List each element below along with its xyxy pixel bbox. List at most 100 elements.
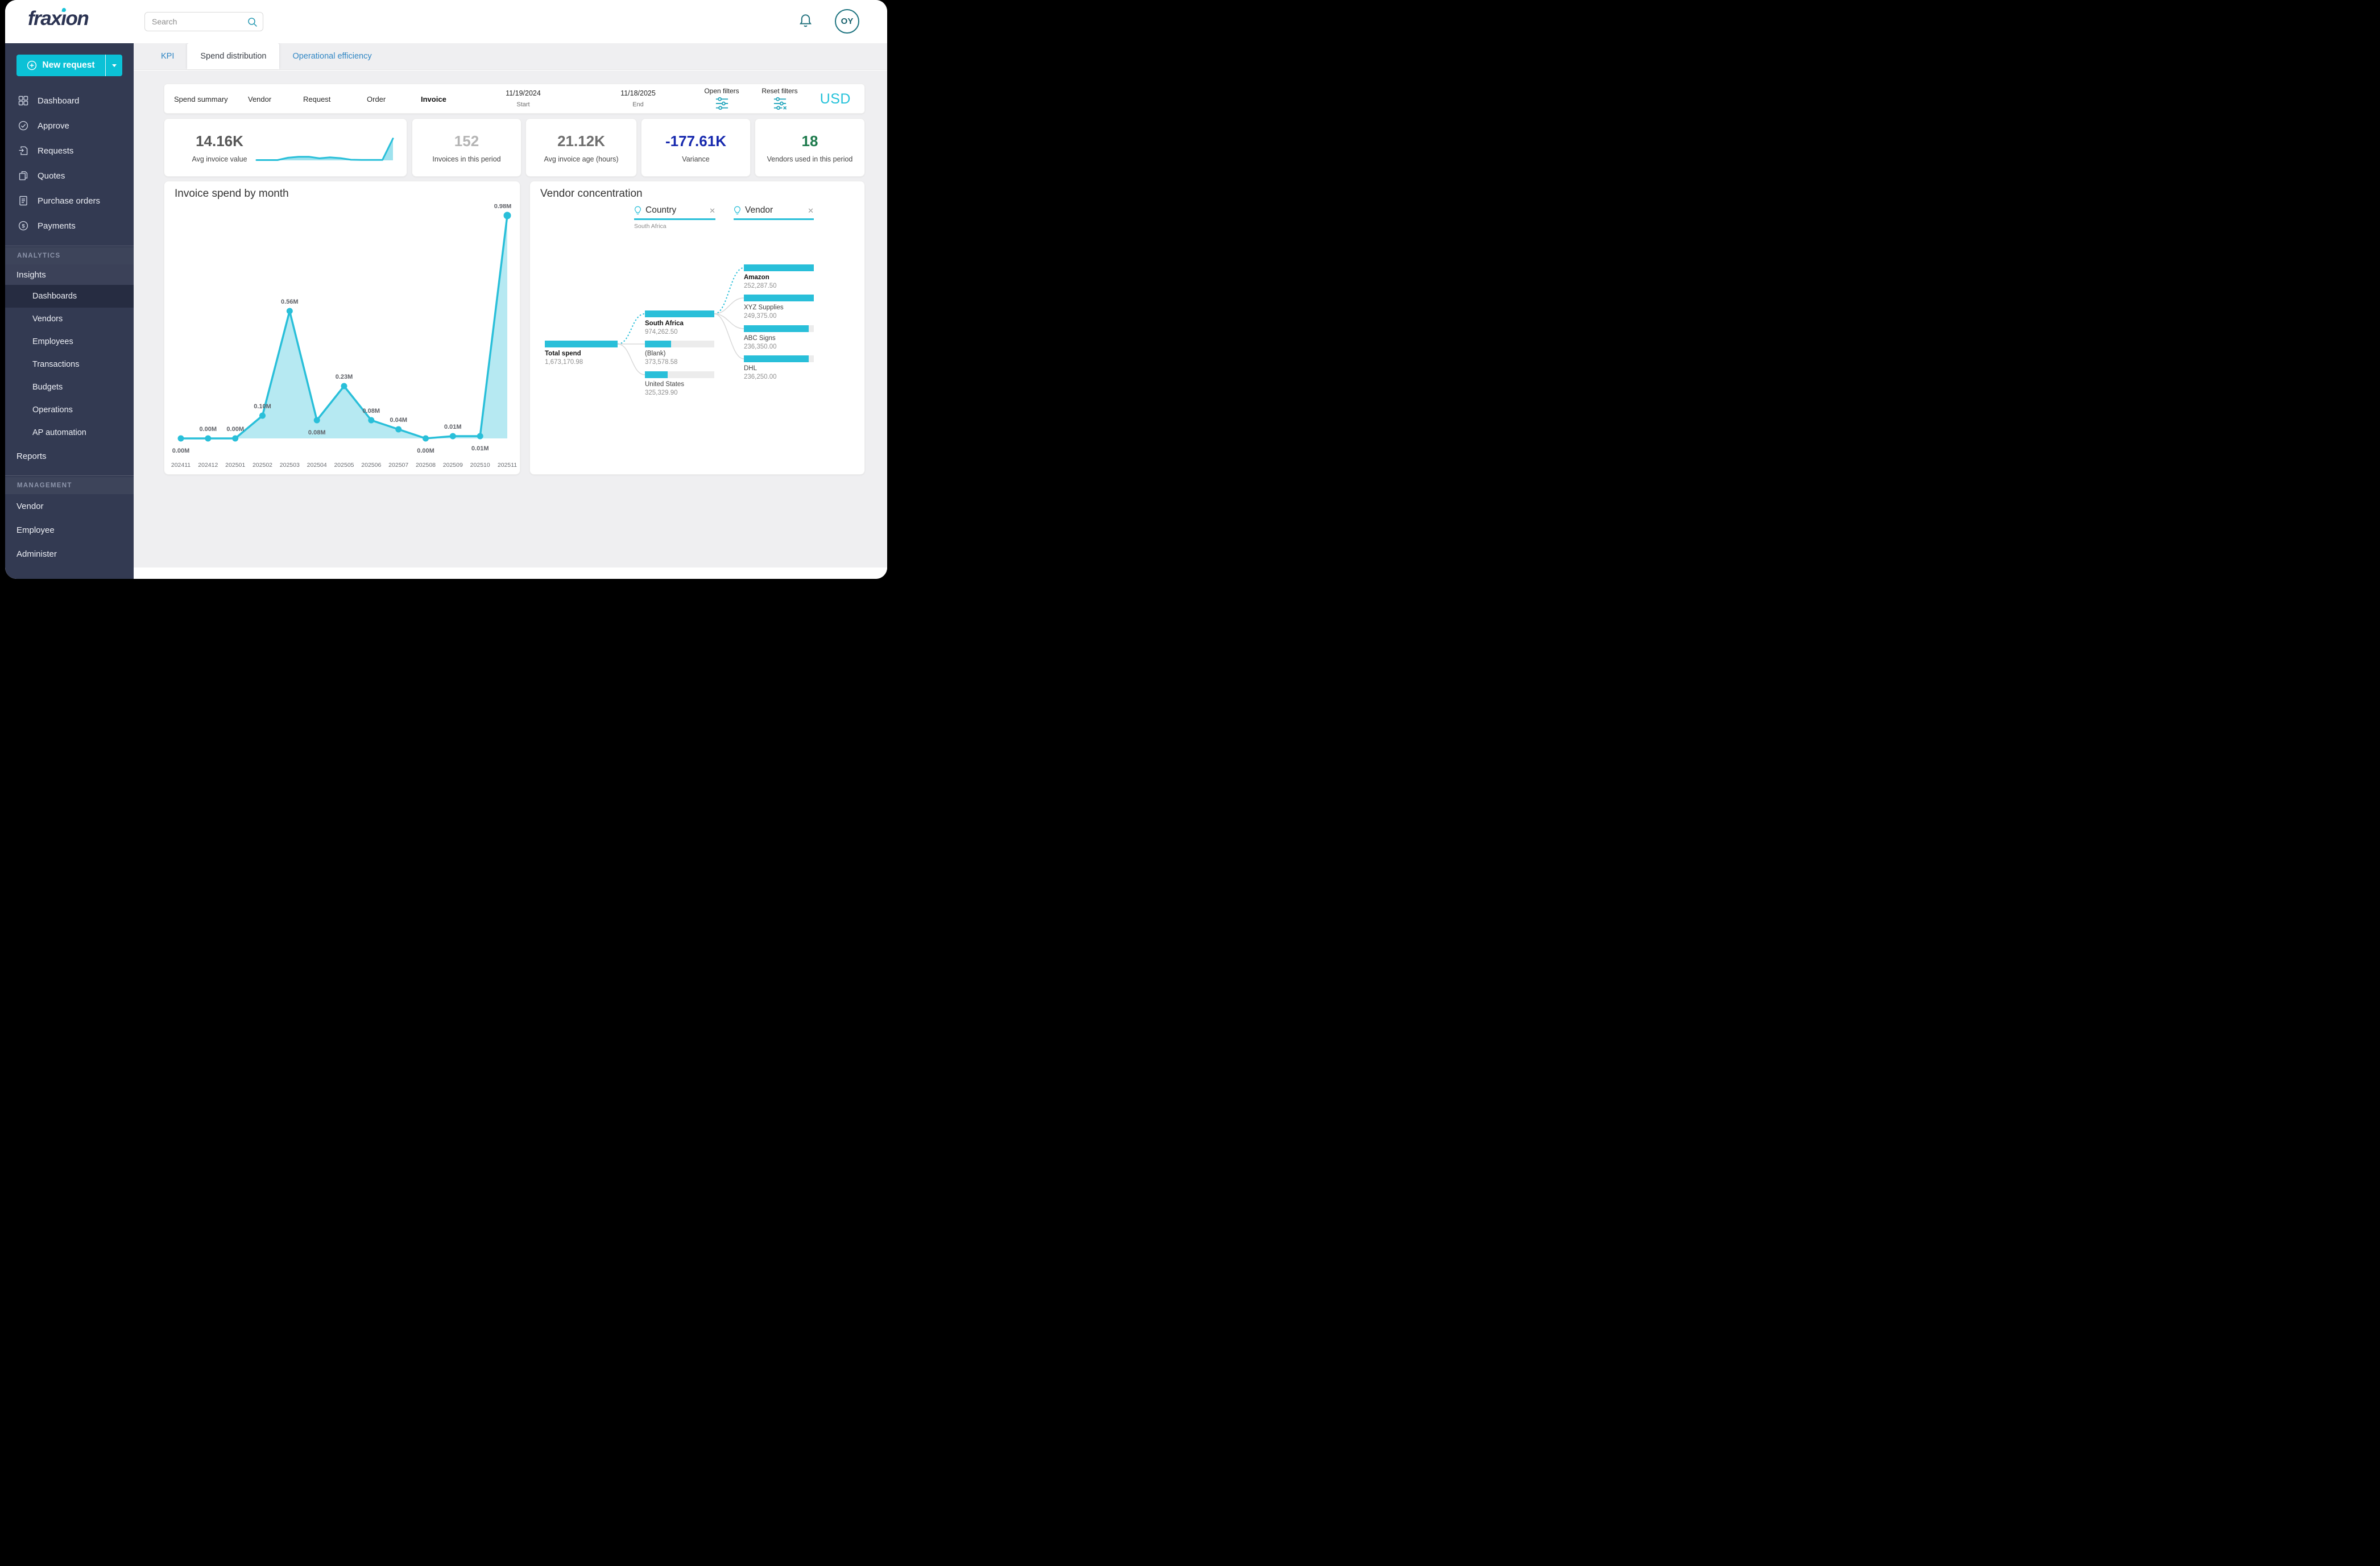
app-header: fraxıon OY [5,0,887,43]
kpi-card-vendors-used-in-this-period[interactable]: 18 Vendors used in this period [755,118,865,177]
search-input[interactable] [152,13,243,31]
kpi-card-variance[interactable]: -177.61K Variance [641,118,751,177]
sidebar-item-label: Payments [38,221,76,231]
tab-kpi[interactable]: KPI [148,43,187,69]
user-avatar[interactable]: OY [835,9,859,34]
svg-text:202502: 202502 [253,462,272,469]
sidebar-item-requests[interactable]: Requests [5,138,134,163]
tree-node-amazon[interactable]: Amazon 252,287.50 [744,264,814,289]
sidebar-item-approve[interactable]: Approve [5,113,134,138]
filter-view-spend-summary[interactable]: Spend summary [174,95,228,103]
end-date-picker[interactable]: 11/18/2025 End [598,89,678,108]
start-date-value: 11/19/2024 [506,89,541,97]
tree-node-south-africa[interactable]: South Africa 974,262.50 [645,310,714,335]
end-date-value: 11/18/2025 [620,89,656,97]
kpi-value: 18 [801,132,818,150]
tree-node-bar [744,355,814,362]
invoice-spend-chart[interactable]: 0.00M 0.00M 0.00M 0.10M 0.56M 0.08M 0.23M 0.08M… [164,204,521,475]
sidebar-item-transactions[interactable]: Transactions [5,353,134,376]
reset-filters-icon [746,96,814,114]
notifications-bell-icon[interactable] [798,13,813,32]
start-date-picker[interactable]: 11/19/2024 Start [483,89,563,108]
reset-filters-button[interactable]: Reset filters [746,87,814,114]
svg-text:0.08M: 0.08M [308,429,326,436]
svg-text:202508: 202508 [416,462,436,469]
sidebar-item-label: Dashboard [38,96,80,106]
tree-node-bar [645,310,714,317]
sidebar-item-insights[interactable]: Insights [5,264,134,285]
svg-text:202510: 202510 [470,462,490,469]
new-request-main[interactable]: New request [16,55,105,76]
new-request-dropdown-button[interactable] [105,55,122,76]
kpi-label: Invoices in this period [432,155,501,163]
svg-text:0.01M: 0.01M [471,445,489,452]
tab-spend-distribution[interactable]: Spend distribution [187,43,280,69]
svg-text:202505: 202505 [334,462,354,469]
tree-node-blank[interactable]: (Blank) 373,578.58 [645,341,714,366]
kpi-card-invoices-in-this-period[interactable]: 152 Invoices in this period [412,118,521,177]
tree-node-bar [545,341,618,347]
kpi-card-avg-invoice-value[interactable]: 14.16K Avg invoice value [164,118,407,177]
currency-selector[interactable]: USD [820,91,851,107]
kpi-card-avg-invoice-age-hours[interactable]: 21.12K Avg invoice age (hours) [525,118,637,177]
global-search[interactable] [144,12,263,31]
tree-node-xyz-supplies[interactable]: XYZ Supplies 249,375.00 [744,295,814,320]
tree-node-label: DHL [744,365,758,372]
svg-text:202507: 202507 [388,462,408,469]
svg-text:202501: 202501 [225,462,245,469]
kpi-label: Avg invoice value [192,155,247,163]
reset-filters-label: Reset filters [761,87,798,95]
chevron-down-icon [111,64,117,67]
sidebar-item-employee[interactable]: Employee [5,518,134,542]
svg-text:202411: 202411 [171,462,191,469]
sidebar-item-operations[interactable]: Operations [5,399,134,421]
vendor-concentration-panel[interactable]: Vendor concentration Country ✕ South Afric… [529,181,865,475]
tree-node-dhl[interactable]: DHL 236,250.00 [744,355,814,380]
new-request-button[interactable]: New request [16,55,122,76]
svg-text:202509: 202509 [443,462,463,469]
report-tabbar: KPI Spend distribution Operational efficie… [134,43,887,70]
sidebar-item-dashboards[interactable]: Dashboards [5,285,134,308]
svg-text:0.10M: 0.10M [254,403,271,410]
tree-node-label: South Africa [645,320,684,327]
sidebar-item-reports[interactable]: Reports [5,444,134,468]
tree-node-value: 974,262.50 [645,329,678,335]
svg-text:202511: 202511 [498,462,517,469]
svg-text:0.08M: 0.08M [363,408,380,415]
sidebar-item-employees[interactable]: Employees [5,330,134,353]
sidebar-item-label: Requests [38,146,74,156]
tree-node-label: (Blank) [645,350,666,357]
tree-node-united-states[interactable]: United States 325,329.90 [645,371,714,396]
start-date-label: Start [516,101,530,108]
svg-text:202412: 202412 [198,462,218,469]
sidebar-item-administer[interactable]: Administer [5,542,134,566]
tree-node-bar [744,264,814,271]
kpi-label: Vendors used in this period [767,155,853,163]
sidebar-item-vendor[interactable]: Vendor [5,494,134,518]
filter-view-request[interactable]: Request [303,95,330,103]
sidebar-item-quotes[interactable]: Quotes [5,163,134,188]
search-icon [247,16,258,31]
sidebar-item-payments[interactable]: $ Payments [5,213,134,238]
kpi-value: -177.61K [665,132,726,150]
filter-bar: Spend summary Vendor Request Order Invoice 1… [164,84,865,114]
tree-node-total-spend[interactable]: Total spend 1,673,170.98 [545,341,618,366]
svg-text:0.01M: 0.01M [444,424,462,430]
sidebar-item-ap-automation[interactable]: AP automation [5,421,134,444]
sidebar-item-dashboard[interactable]: Dashboard [5,88,134,113]
screen: fraxıon OY [0,0,892,587]
tree-node-label: XYZ Supplies [744,304,784,311]
svg-text:0.23M: 0.23M [336,374,353,380]
sidebar-item-budgets[interactable]: Budgets [5,376,134,399]
invoice-spend-panel[interactable]: Invoice spend by month 0.00M 0.00M 0.00M 0.… [164,181,520,475]
filter-view-order[interactable]: Order [367,95,386,103]
sidebar-item-vendors[interactable]: Vendors [5,308,134,330]
tab-operational-efficiency[interactable]: Operational efficiency [279,43,384,69]
tree-node-bar [744,295,814,301]
app-logo: fraxı on [28,7,89,30]
logo-accent-dot [61,7,67,13]
filter-view-vendor[interactable]: Vendor [248,95,271,103]
tree-node-abc-signs[interactable]: ABC Signs 236,350.00 [744,325,814,350]
filter-view-invoice[interactable]: Invoice [421,95,446,103]
sidebar-item-purchase-orders[interactable]: Purchase orders [5,188,134,213]
